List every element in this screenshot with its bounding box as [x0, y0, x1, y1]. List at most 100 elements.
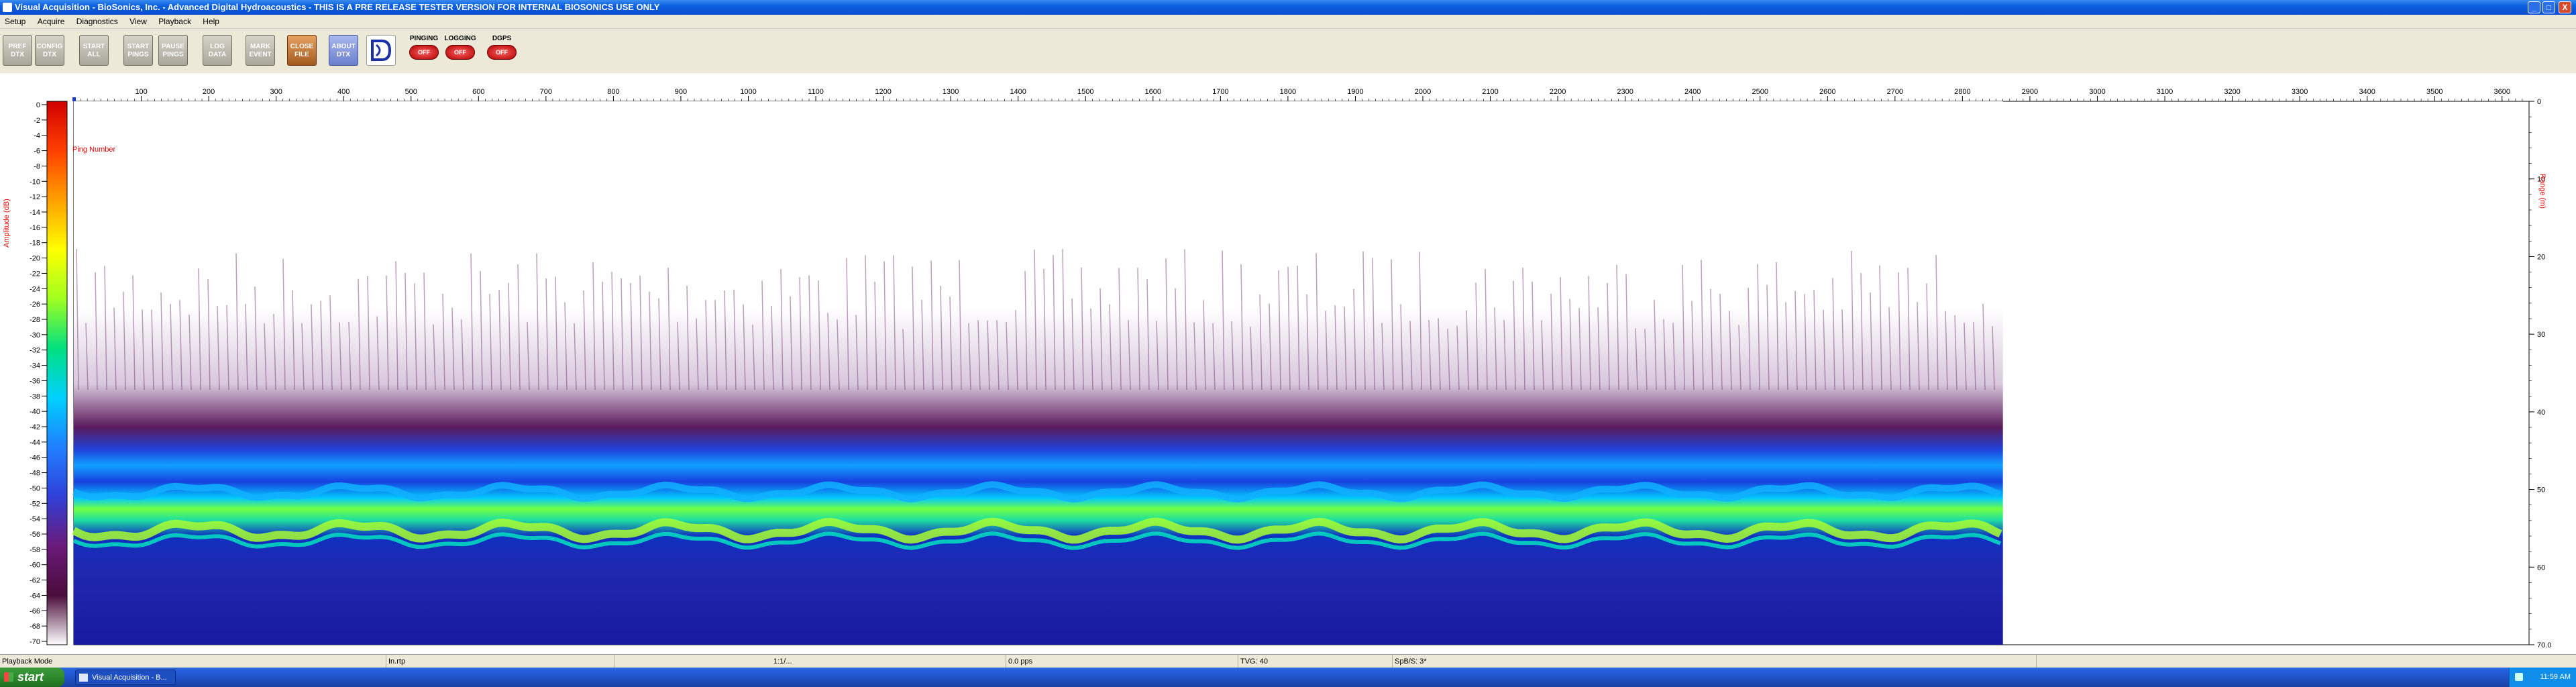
status-spl: SpB/S: 3*: [1393, 655, 2037, 668]
menu-help[interactable]: Help: [198, 15, 224, 28]
pause-pings-button[interactable]: PAUSE PINGS: [158, 35, 188, 66]
amplitude-tick-label: -32: [30, 347, 40, 355]
ping-tick-label: 2100: [1482, 88, 1498, 96]
amplitude-axis-title: Amplitude (dB): [3, 199, 11, 248]
start-label: start: [17, 670, 44, 684]
depth-tick-label: 60: [2537, 564, 2545, 572]
amplitude-tick-label: 0: [36, 101, 40, 109]
status-rate: 0.0 pps: [1006, 655, 1238, 668]
ping-tick-label: 2200: [1550, 88, 1566, 96]
taskbar-item-visual-acquisition[interactable]: Visual Acquisition - B...: [75, 670, 176, 685]
amplitude-tick-label: -8: [34, 162, 40, 170]
close-file-button[interactable]: CLOSE FILE: [287, 35, 317, 66]
amplitude-tick-label: -70: [30, 638, 40, 646]
ping-tick-label: 3200: [2224, 88, 2240, 96]
config-dtx-button[interactable]: CONFIG DTX: [35, 35, 64, 66]
amplitude-tick-label: -64: [30, 592, 40, 600]
logging-state: OFF: [445, 45, 475, 60]
ping-tick-label: 1100: [808, 88, 824, 96]
ping-tick-label: 800: [607, 88, 619, 96]
depth-tick-label: 20: [2537, 253, 2545, 261]
amplitude-tick-label: -50: [30, 484, 40, 492]
amplitude-tick-label: -58: [30, 546, 40, 554]
ping-tick-label: 1500: [1077, 88, 1093, 96]
ping-tick-label: 200: [203, 88, 215, 96]
echo-data: [74, 101, 2003, 645]
ping-tick-label: 2000: [1415, 88, 1431, 96]
ping-tick-label: 3400: [2359, 88, 2375, 96]
clock: 11:59 AM: [2540, 673, 2571, 681]
ping-tick-label: 3600: [2494, 88, 2510, 96]
ping-tick-label: 3000: [2089, 88, 2105, 96]
echogram-panel: 0 -2 -4 -6 -8 -10 -12 -14 -16 -18 -20 -22 -24 -26 -28 -…: [0, 73, 2576, 654]
maximize-button[interactable]: □: [2542, 1, 2555, 13]
depth-tick-label: 40: [2537, 409, 2545, 417]
ping-tick-label: 400: [337, 88, 350, 96]
amplitude-tick-label: -44: [30, 439, 40, 447]
amplitude-tick-label: -26: [30, 301, 40, 309]
amplitude-tick-label: -2: [34, 117, 40, 125]
close-button[interactable]: X: [2559, 1, 2571, 13]
menu-setup[interactable]: Setup: [0, 15, 30, 28]
amplitude-tick-label: -30: [30, 331, 40, 339]
start-pings-button[interactable]: START PINGS: [123, 35, 153, 66]
title-bar: Visual Acquisition - BioSonics, Inc. - A…: [0, 0, 2576, 15]
pinging-state: OFF: [409, 45, 439, 60]
amplitude-tick-label: -62: [30, 577, 40, 585]
log-data-button[interactable]: LOG DATA: [203, 35, 232, 66]
depth-tick-label: 70.0: [2537, 641, 2551, 649]
pref-dtx-button[interactable]: PREF DTX: [3, 35, 32, 66]
status-bar: Playback Mode In.rtp 1:1/... 0.0 pps TVG…: [0, 654, 2576, 668]
amplitude-tick-label: -66: [30, 607, 40, 615]
network-icon[interactable]: [2515, 673, 2523, 681]
amplitude-tick-label: -24: [30, 285, 40, 293]
amplitude-tick-label: -36: [30, 377, 40, 385]
ping-tick-label: 3300: [2292, 88, 2308, 96]
mark-event-button[interactable]: MARK EVENT: [246, 35, 275, 66]
amplitude-tick-label: -42: [30, 423, 40, 431]
ping-tick-label: 1000: [740, 88, 756, 96]
ping-cursor-marker[interactable]: [72, 97, 76, 101]
ping-tick-label: 2300: [1617, 88, 1633, 96]
amplitude-tick-label: -20: [30, 255, 40, 263]
ping-tick-label: 2800: [1954, 88, 1970, 96]
amplitude-tick-label: -12: [30, 193, 40, 201]
menu-acquire[interactable]: Acquire: [33, 15, 70, 28]
ping-tick-label: 1200: [875, 88, 891, 96]
pinging-indicator: PINGING OFF: [407, 35, 441, 66]
menu-view[interactable]: View: [125, 15, 152, 28]
start-all-button[interactable]: START ALL: [79, 35, 109, 66]
menu-playback[interactable]: Playback: [154, 15, 196, 28]
minimize-button[interactable]: _: [2528, 1, 2540, 13]
amplitude-colorbar: [46, 101, 68, 645]
ping-tick-label: 3500: [2426, 88, 2443, 96]
ping-axis-title: Ping Number: [72, 146, 116, 154]
amplitude-tick-label: -4: [34, 132, 40, 140]
amplitude-tick-label: -28: [30, 316, 40, 324]
about-dtx-button[interactable]: ABOUT DTX: [329, 35, 358, 66]
toolbar: PREF DTX CONFIG DTX START ALL START PING…: [0, 29, 2576, 73]
amplitude-tick-label: -10: [30, 178, 40, 186]
amplitude-tick-label: -38: [30, 392, 40, 401]
ping-tick-label: 1300: [943, 88, 959, 96]
windows-flag-icon: [4, 672, 13, 682]
ping-tick-label: 500: [405, 88, 417, 96]
logging-indicator: LOGGING OFF: [443, 35, 478, 66]
status-mode: Playback Mode: [0, 655, 386, 668]
amplitude-tick-label: -52: [30, 500, 40, 508]
dgps-indicator: DGPS OFF: [484, 35, 519, 66]
amplitude-tick-label: -54: [30, 515, 40, 523]
menu-diagnostics[interactable]: Diagnostics: [72, 15, 123, 28]
start-button[interactable]: start: [0, 668, 64, 687]
status-time: 1:1/...: [771, 655, 1006, 668]
taskbar-item-label: Visual Acquisition - B...: [92, 674, 167, 682]
system-tray: 11:59 AM: [2509, 668, 2576, 687]
pinging-label: PINGING: [409, 35, 439, 42]
amplitude-tick-label: -60: [30, 562, 40, 570]
ping-tick-label: 2900: [2022, 88, 2038, 96]
amplitude-tick-label: -46: [30, 454, 40, 462]
amplitude-tick-label: -56: [30, 531, 40, 539]
ping-tick-label: 700: [540, 88, 552, 96]
amplitude-tick-label: -40: [30, 408, 40, 416]
echogram-svg[interactable]: 0 -2 -4 -6 -8 -10 -12 -14 -16 -18 -20 -22 -24 -26 -28 -…: [0, 73, 2576, 654]
